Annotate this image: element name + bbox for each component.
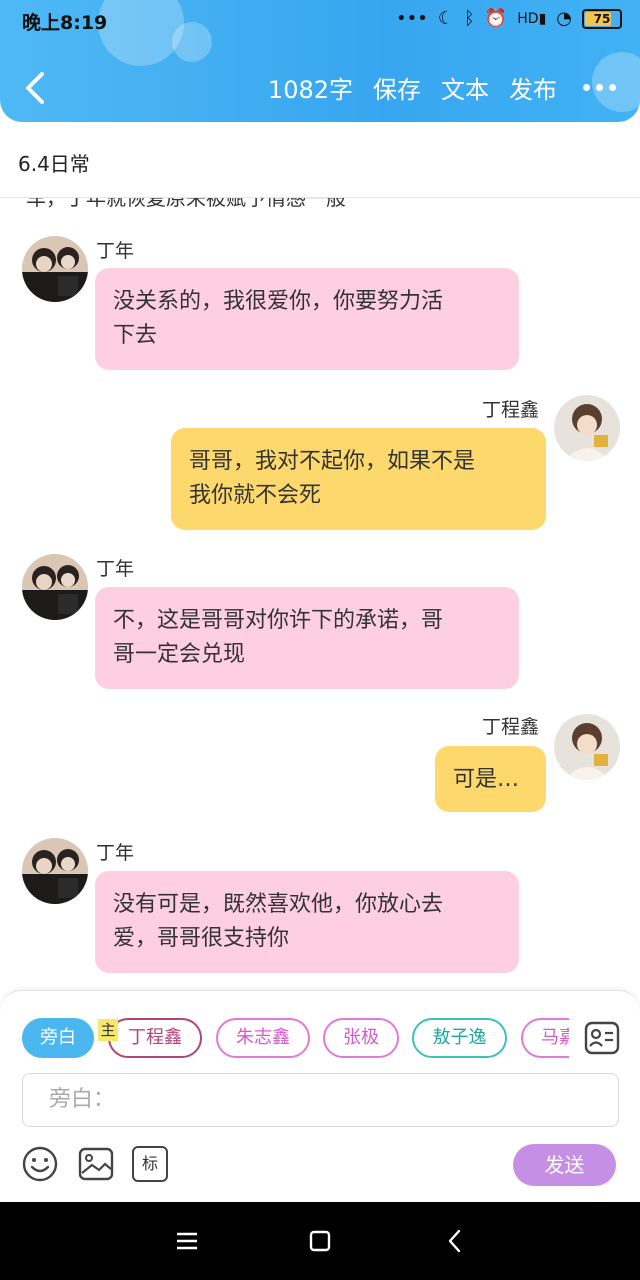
message-text: 没有可是，既然喜欢他，你放心去 xyxy=(113,892,444,917)
avatar[interactable] xyxy=(554,714,620,780)
avatar[interactable] xyxy=(22,236,88,302)
send-button[interactable]: 发送 xyxy=(513,1144,616,1186)
message-input[interactable]: 旁白： xyxy=(22,1073,619,1127)
avatar-ding-chengxin-icon xyxy=(554,714,620,780)
emoji-button[interactable] xyxy=(22,1146,58,1182)
main-role-badge: 主 xyxy=(98,1019,118,1041)
avatar-ding-nian-icon xyxy=(22,554,88,620)
chat-area[interactable]: 车，丁年就恢复原来被赋予情感一般 丁年 没关系的，我很爱你，你要努力活 下去 丁… xyxy=(0,198,640,993)
sender-name: 丁程鑫 xyxy=(482,399,540,421)
chapter-title-bar: 6.4日常 xyxy=(0,122,640,198)
sender-name: 丁程鑫 xyxy=(482,716,540,738)
image-button[interactable] xyxy=(78,1146,114,1182)
narration-text: 车，丁年就恢复原来被赋予情感一般 xyxy=(26,198,346,210)
message-text: 下去 xyxy=(113,323,158,348)
avatar-ding-nian-icon xyxy=(22,838,88,904)
back-arrow-icon xyxy=(448,1229,461,1253)
sender-name: 丁年 xyxy=(96,240,135,262)
publish-button[interactable]: 发布 xyxy=(509,70,557,105)
message-text: 爱，哥哥很支持你 xyxy=(113,926,290,951)
message-text: 哥哥，我对不起你，如果不是 xyxy=(189,449,476,474)
message-text: 可是… xyxy=(453,767,520,792)
image-icon xyxy=(78,1147,114,1181)
chevron-left-icon xyxy=(26,72,44,104)
more-options-icon[interactable] xyxy=(577,84,616,91)
role-chip-zhu-zhixin[interactable]: 朱志鑫 xyxy=(216,1018,310,1058)
role-chip-zhang-ji[interactable]: 张极 xyxy=(323,1018,399,1058)
chapter-title[interactable]: 6.4日常 xyxy=(18,148,90,177)
back-nav-button[interactable] xyxy=(440,1226,470,1256)
menu-icon xyxy=(177,1232,197,1250)
alarm-icon: ⏰ xyxy=(484,8,508,29)
role-list-button[interactable] xyxy=(584,1021,620,1055)
sender-name: 丁年 xyxy=(96,558,135,580)
message-text: 没关系的，我很爱你，你要努力活 xyxy=(113,289,444,314)
message-bubble[interactable]: 不，这是哥哥对你许下的承诺，哥 哥一定会兑现 xyxy=(95,587,519,689)
message-bubble[interactable]: 可是… xyxy=(435,746,546,812)
avatar-ding-chengxin-icon xyxy=(554,395,620,461)
role-chip-ao-ziyi[interactable]: 敖子逸 xyxy=(412,1018,507,1058)
hd-signal-icon: HD▮ xyxy=(517,10,547,27)
word-count: 1082字 xyxy=(267,76,353,104)
contact-card-icon xyxy=(584,1021,620,1055)
avatar-ding-nian-icon xyxy=(22,236,88,302)
notification-dots-icon: ••• xyxy=(396,8,428,29)
message-bubble[interactable]: 哥哥，我对不起你，如果不是 我你就不会死 xyxy=(171,428,546,530)
decorative-bubble xyxy=(172,22,212,62)
save-button[interactable]: 保存 xyxy=(373,70,421,105)
status-icons: ••• ☾ ᛒ ⏰ HD▮ ◔ 75 xyxy=(396,8,622,29)
role-chip-ding-chengxin[interactable]: 丁程鑫 xyxy=(108,1018,202,1058)
message-text: 不，这是哥哥对你许下的承诺，哥 xyxy=(113,608,444,633)
message-text: 哥一定会兑现 xyxy=(113,642,246,667)
back-button[interactable] xyxy=(20,70,50,106)
top-header: 晚上8:19 ••• ☾ ᛒ ⏰ HD▮ ◔ 75 1082字 保存 文本 发布 xyxy=(0,0,640,122)
sender-name: 丁年 xyxy=(96,842,135,864)
moon-icon: ☾ xyxy=(437,8,455,29)
role-chip-ma-jia[interactable]: 马嘉 xyxy=(521,1018,569,1058)
input-panel: 旁白 丁程鑫 主 朱志鑫 张极 敖子逸 马嘉 旁白： 标 发送 xyxy=(0,990,640,1202)
role-chip-narration[interactable]: 旁白 xyxy=(22,1018,94,1058)
message-bubble[interactable]: 没关系的，我很爱你，你要努力活 下去 xyxy=(95,268,519,370)
header-toolbar: 1082字 保存 文本 发布 xyxy=(268,70,616,105)
home-nav-button[interactable] xyxy=(305,1226,335,1256)
avatar[interactable] xyxy=(22,838,88,904)
avatar[interactable] xyxy=(554,395,620,461)
emoji-icon xyxy=(22,1146,58,1182)
status-time: 晚上8:19 xyxy=(22,12,108,34)
text-button[interactable]: 文本 xyxy=(441,70,489,105)
home-square-icon xyxy=(309,1230,331,1252)
mark-button[interactable]: 标 xyxy=(132,1146,168,1182)
avatar[interactable] xyxy=(22,554,88,620)
battery-icon: 75 xyxy=(582,8,622,29)
message-bubble[interactable]: 没有可是，既然喜欢他，你放心去 爱，哥哥很支持你 xyxy=(95,871,519,973)
bluetooth-icon: ᛒ xyxy=(464,8,475,29)
system-nav-bar xyxy=(0,1202,640,1280)
menu-nav-button[interactable] xyxy=(172,1226,202,1256)
decorative-bubble xyxy=(98,0,184,66)
wifi-icon: ◔ xyxy=(556,8,572,29)
message-text: 我你就不会死 xyxy=(189,483,322,508)
